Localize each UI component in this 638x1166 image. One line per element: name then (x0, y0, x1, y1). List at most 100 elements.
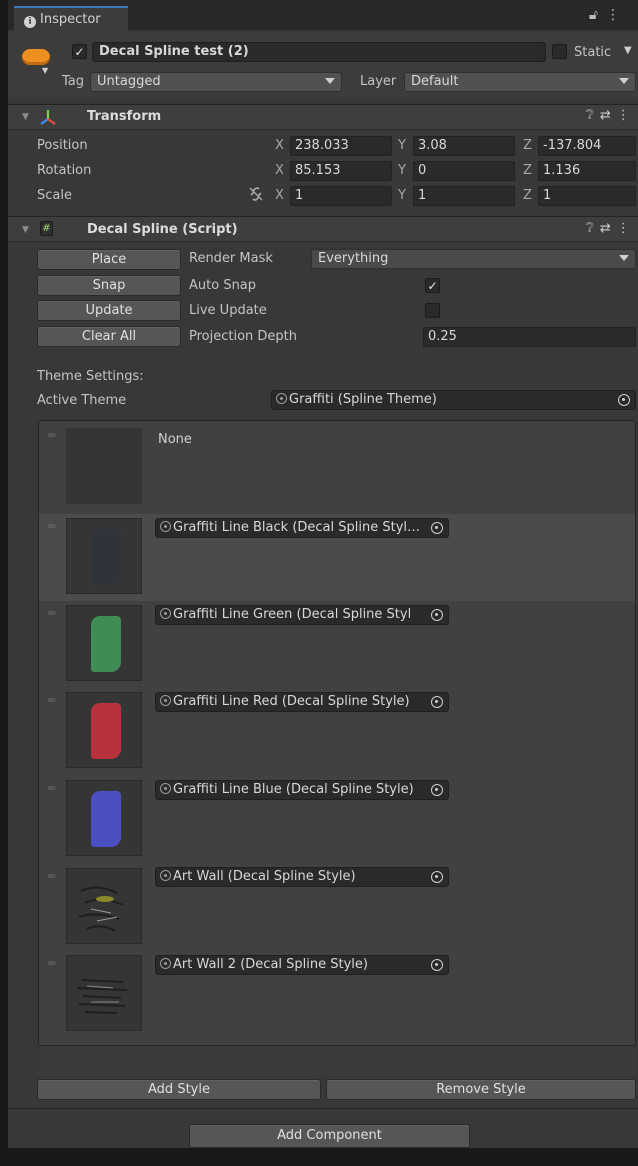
scale-y-field[interactable]: 1 (413, 186, 515, 206)
style-preview-swatch (91, 703, 121, 759)
tab-menu-icons: 🔓︎⋮ (589, 7, 628, 23)
layer-dropdown[interactable]: Default (404, 72, 636, 92)
style-field[interactable]: Graffiti Line Black (Decal Spline Styl… (155, 518, 449, 538)
drag-handle-icon[interactable]: ═ (48, 519, 55, 533)
remove-style-button[interactable]: Remove Style (326, 1079, 636, 1100)
clear-all-button[interactable]: Clear All (37, 326, 181, 347)
style-list-footer (38, 1046, 636, 1076)
info-icon: i (24, 16, 36, 28)
drag-handle-icon[interactable]: ═ (48, 693, 55, 707)
style-preview-swatch (91, 529, 121, 585)
tag-dropdown[interactable]: Untagged (90, 72, 342, 92)
style-preview-swatch (91, 791, 121, 847)
rotation-x-field[interactable]: 85.153 (290, 161, 392, 181)
style-thumbnail (66, 955, 142, 1031)
preset-icon[interactable]: ⇄ (600, 221, 617, 236)
projection-depth-field[interactable]: 0.25 (423, 327, 636, 347)
drag-handle-icon[interactable]: ═ (48, 956, 55, 970)
render-mask-dropdown[interactable]: Everything (311, 249, 636, 269)
axis-x-label[interactable]: X (275, 138, 284, 153)
style-name: None (158, 432, 192, 447)
axis-y-label[interactable]: Y (398, 188, 406, 203)
auto-snap-checkbox[interactable]: ✓ (425, 278, 440, 293)
unlinked-scale-icon[interactable] (248, 186, 264, 202)
object-picker-icon[interactable] (431, 609, 443, 621)
position-x-field[interactable]: 238.033 (290, 136, 392, 156)
position-z-field[interactable]: -137.804 (538, 136, 636, 156)
rotation-label: Rotation (37, 163, 92, 178)
style-field[interactable]: Graffiti Line Red (Decal Spline Style) (155, 692, 449, 712)
kebab-menu-icon[interactable]: ⋮ (617, 108, 636, 123)
object-picker-icon[interactable] (431, 871, 443, 883)
add-style-button[interactable]: Add Style (37, 1079, 321, 1100)
object-name-field[interactable]: Decal Spline test (2) (92, 42, 546, 62)
render-mask-label: Render Mask (189, 251, 273, 266)
object-picker-icon[interactable] (431, 696, 443, 708)
scale-label: Scale (37, 188, 72, 203)
style-name: Graffiti Line Black (Decal Spline Styl… (173, 520, 421, 535)
foldout-arrow-icon[interactable]: ▼ (22, 225, 29, 235)
axis-x-label[interactable]: X (275, 188, 284, 203)
divider (8, 1108, 638, 1109)
object-picker-icon[interactable] (431, 784, 443, 796)
kebab-menu-icon[interactable]: ⋮ (617, 221, 636, 236)
place-button[interactable]: Place (37, 249, 181, 270)
drag-handle-icon[interactable]: ═ (48, 428, 55, 442)
active-theme-field[interactable]: Graffiti (Spline Theme) (271, 390, 636, 410)
scriptable-object-icon (160, 521, 171, 532)
static-label: Static (574, 45, 612, 60)
axis-z-label[interactable]: Z (523, 163, 532, 178)
tag-label: Tag (62, 74, 85, 89)
axis-y-label[interactable]: Y (398, 163, 406, 178)
scriptable-object-icon (160, 608, 171, 619)
style-field[interactable]: Art Wall (Decal Spline Style) (155, 867, 449, 887)
style-thumbnail (66, 428, 142, 504)
position-y-field[interactable]: 3.08 (413, 136, 515, 156)
live-update-checkbox[interactable] (425, 303, 440, 318)
static-checkbox[interactable] (552, 44, 567, 59)
window-edge (0, 0, 8, 1166)
rotation-y-field[interactable]: 0 (413, 161, 515, 181)
style-thumbnail (66, 780, 142, 856)
lock-icon[interactable]: 🔓︎ (589, 7, 606, 23)
axis-z-label[interactable]: Z (523, 188, 532, 203)
gameobject-icon[interactable] (22, 49, 50, 65)
axis-y-label[interactable]: Y (398, 138, 406, 153)
object-picker-icon[interactable] (431, 959, 443, 971)
art-wall-2-preview (76, 979, 128, 1014)
style-preview-swatch (91, 616, 121, 672)
style-field[interactable]: Art Wall 2 (Decal Spline Style) (155, 955, 449, 975)
icon-dropdown-arrow[interactable]: ▼ (42, 66, 48, 75)
active-theme-label: Active Theme (37, 393, 127, 408)
scriptable-object-icon (276, 393, 287, 404)
drag-handle-icon[interactable]: ═ (48, 781, 55, 795)
style-field[interactable]: Graffiti Line Blue (Decal Spline Style) (155, 780, 449, 800)
theme-settings-label: Theme Settings: (37, 369, 144, 384)
object-picker-icon[interactable] (431, 522, 443, 534)
chevron-down-icon (325, 78, 335, 84)
kebab-menu-icon[interactable]: ⋮ (606, 7, 628, 23)
style-field[interactable]: Graffiti Line Green (Decal Spline Styl (155, 605, 449, 625)
rotation-z-field[interactable]: 1.136 (538, 161, 636, 181)
add-component-button[interactable]: Add Component (189, 1124, 470, 1148)
live-update-label: Live Update (189, 303, 267, 318)
script-title: Decal Spline (Script) (87, 222, 238, 237)
active-checkbox[interactable]: ✓ (72, 44, 87, 59)
preset-icon[interactable]: ⇄ (600, 108, 617, 123)
scale-x-field[interactable]: 1 (290, 186, 392, 206)
snap-button[interactable]: Snap (37, 275, 181, 296)
axis-z-label[interactable]: Z (523, 138, 532, 153)
tab-inspector[interactable]: i Inspector (14, 6, 128, 32)
scale-z-field[interactable]: 1 (538, 186, 636, 206)
drag-handle-icon[interactable]: ═ (48, 869, 55, 883)
help-icon[interactable]: ❔︎ (586, 221, 600, 236)
update-button[interactable]: Update (37, 300, 181, 321)
drag-handle-icon[interactable]: ═ (48, 606, 55, 620)
foldout-arrow-icon[interactable]: ▼ (22, 112, 29, 122)
object-picker-icon[interactable] (618, 394, 630, 406)
axis-x-label[interactable]: X (275, 163, 284, 178)
auto-snap-label: Auto Snap (189, 278, 257, 293)
style-thumbnail (66, 605, 142, 681)
help-icon[interactable]: ❔︎ (586, 108, 600, 123)
static-dropdown-arrow[interactable]: ▼ (624, 45, 632, 56)
